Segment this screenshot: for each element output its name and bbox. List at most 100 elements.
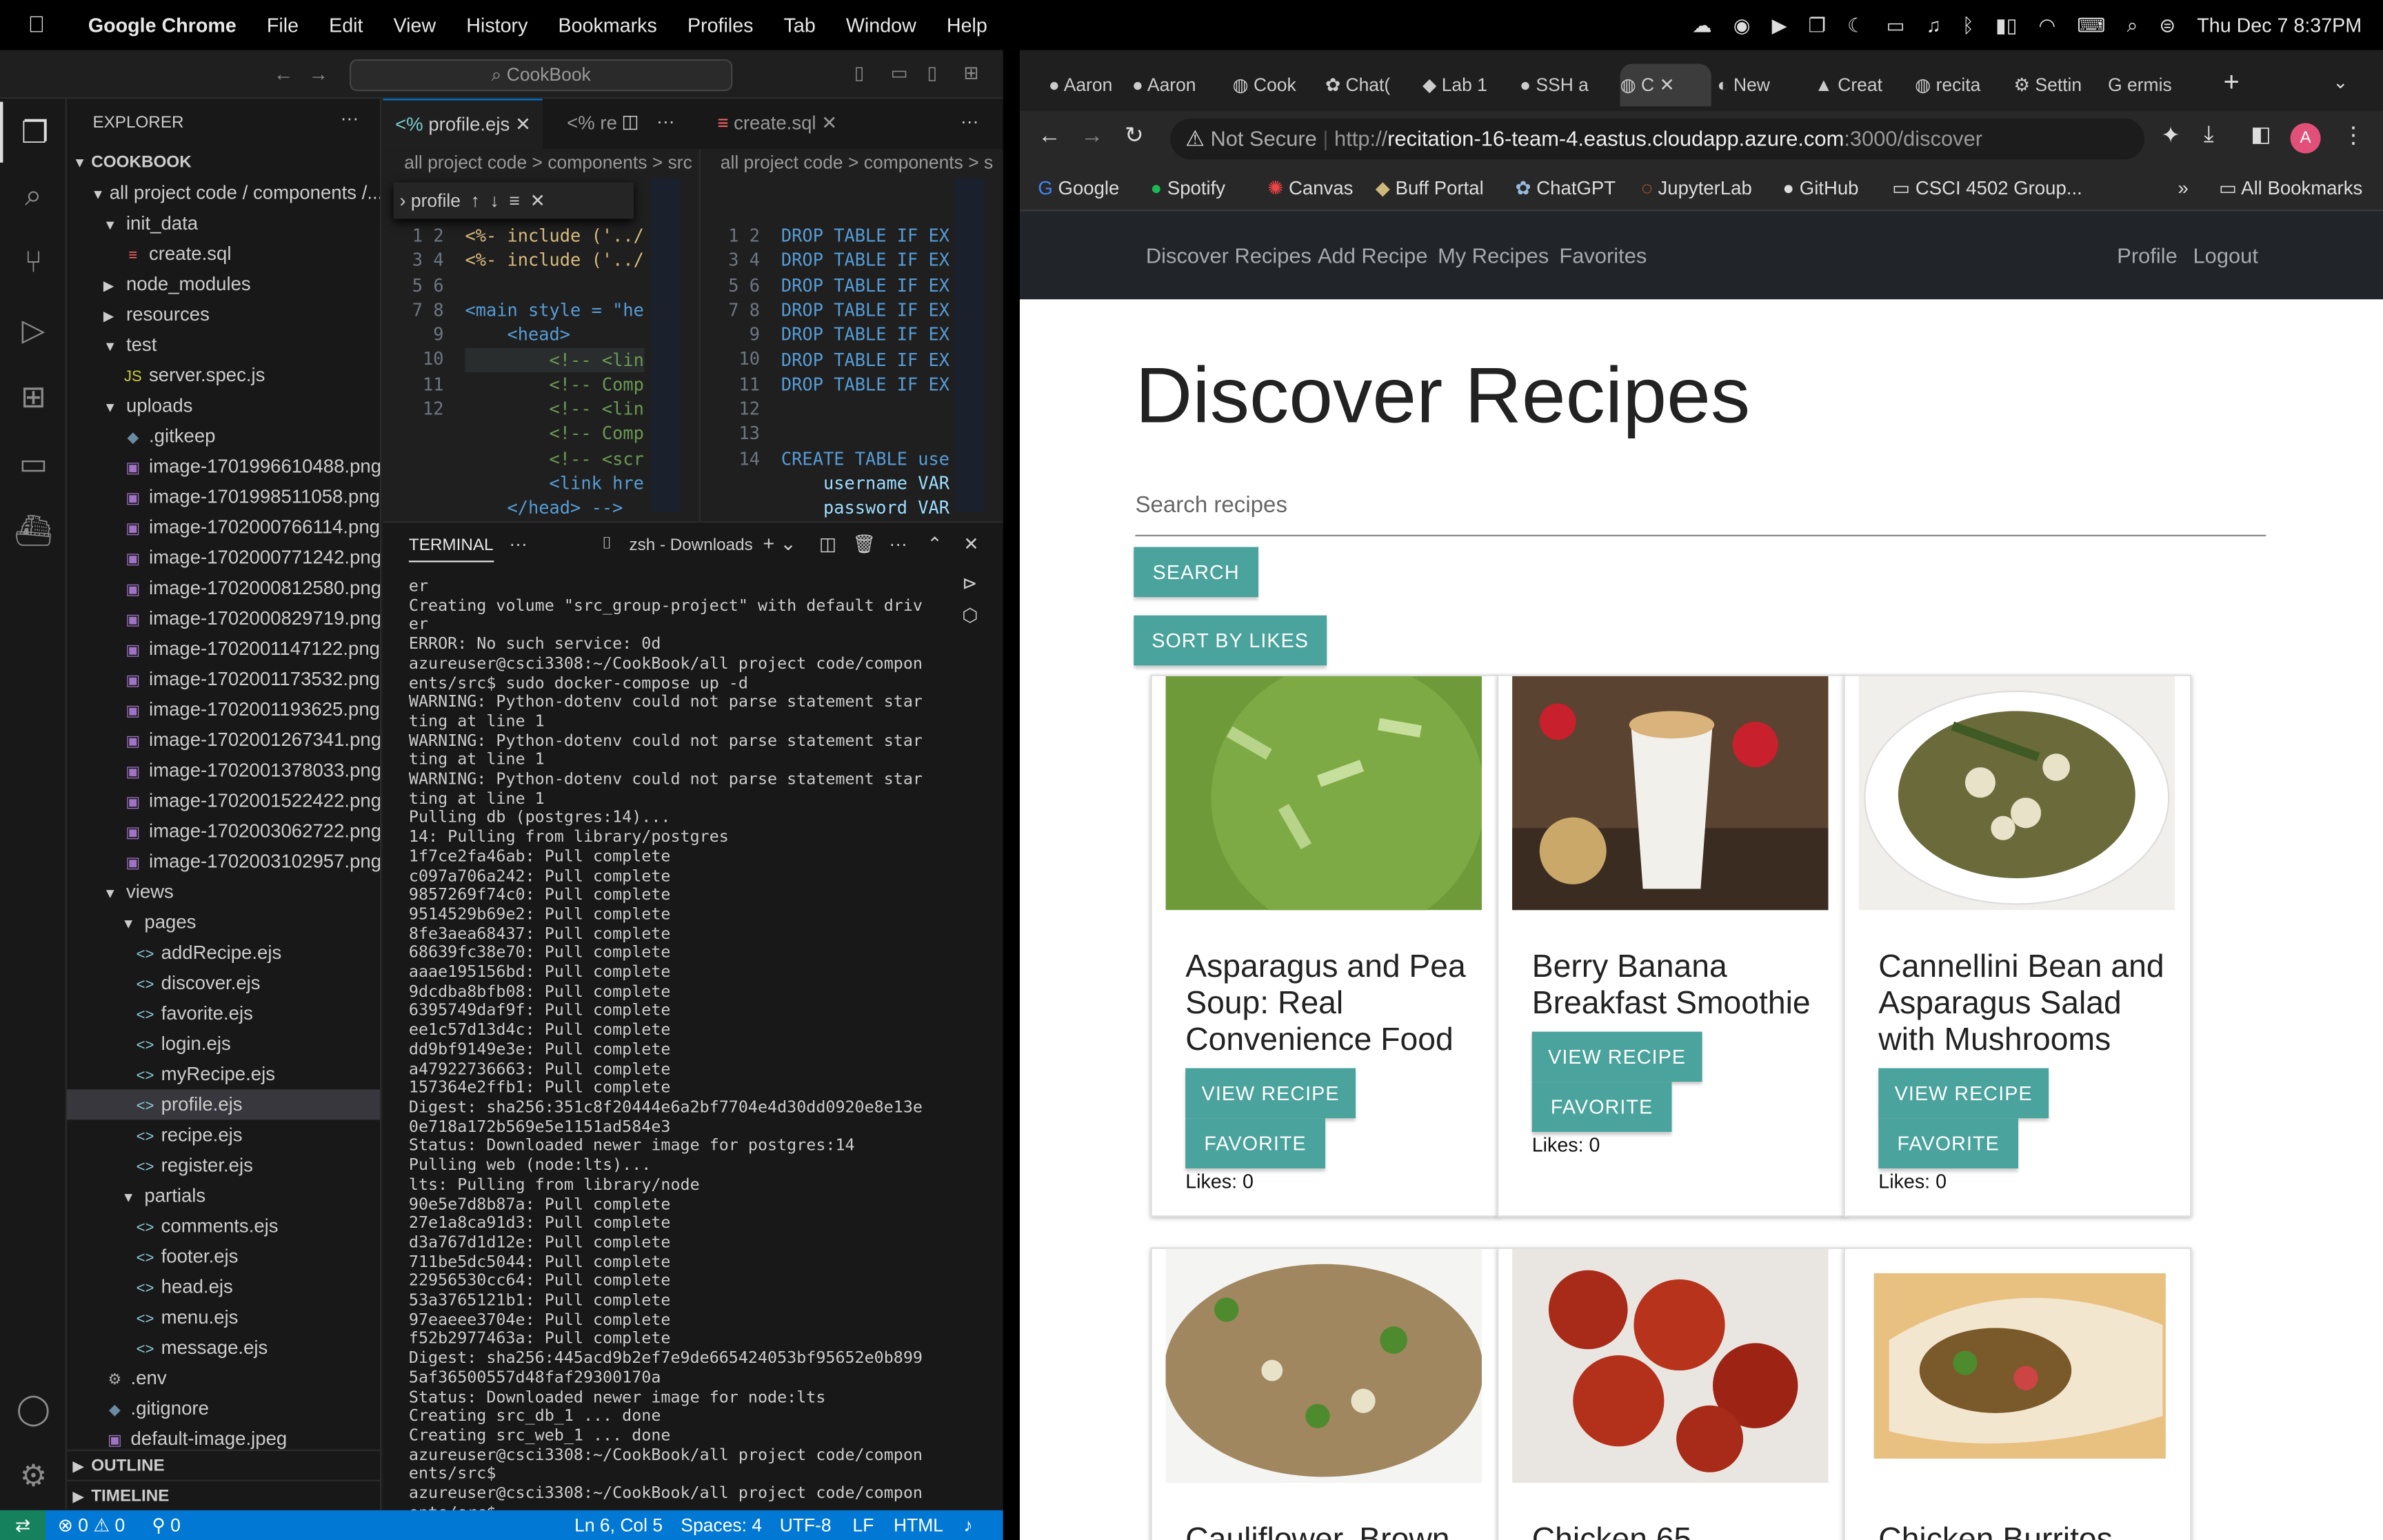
recipe-image-cauliflower[interactable] [1165,1248,1482,1483]
browser-tab[interactable]: ● Aaron [1049,64,1126,107]
explorer-item[interactable]: ▣ image-1702000829719.png [67,603,380,634]
code-line[interactable]: <%- include ('../ [465,248,643,273]
explorer-item[interactable]: ▼ uploads [67,390,380,421]
explorer-item[interactable]: ▣ image-1702001522422.png [67,786,380,816]
settings-gear-icon[interactable]: ⚙ [0,1445,67,1506]
more-actions-icon[interactable]: ··· [656,111,674,132]
close-icon[interactable]: ✕ [515,114,531,135]
close-icon[interactable]: ✕ [530,190,545,212]
wifi-icon[interactable]: ◠ [2038,13,2055,37]
nav-favorites[interactable]: Favorites [1559,211,1647,299]
code-line[interactable]: <!-- <lin [465,396,644,421]
toggle-secondary-icon[interactable]: ▯ [927,62,938,83]
bookmark-csci-folder[interactable]: ▭ CSCI 4502 Group... [1892,167,2082,211]
nav-my-recipes[interactable]: My Recipes [1438,211,1549,299]
command-center-search[interactable]: ⌕ CookBook [349,59,733,92]
chevron-right-icon[interactable]: › [394,190,406,212]
bookmarks-overflow-icon[interactable]: » [2178,167,2188,211]
close-icon[interactable]: ✕ [1654,74,1674,96]
find-input[interactable]: profile [411,182,465,219]
bookmark-spotify[interactable]: ● Spotify [1151,167,1226,211]
explorer-item[interactable]: ▣ image-1702000766114.png [67,512,380,543]
find-in-selection-icon[interactable]: ≡ [509,190,519,212]
explorer-item[interactable]: ▣ image-1702003062722.png [67,816,380,847]
terminal-side-icon-2[interactable]: ⬡ [962,605,978,626]
recipe-image-burritos[interactable] [1858,1248,2175,1483]
explorer-item[interactable]: <> menu.ejs [67,1302,380,1333]
code-line[interactable]: <!-- Comp [465,372,644,397]
back-arrow-icon[interactable]: ← [274,62,294,85]
tab-terminal[interactable]: TERMINAL [408,536,494,563]
browser-tab[interactable]: ◍ recita [1915,64,2007,107]
explorer-item[interactable]: ▣ image-1702001147122.png [67,634,380,664]
browser-tab[interactable]: ◆ Lab 1 [1422,64,1514,107]
explorer-item[interactable]: ▼ pages [67,907,380,938]
browser-tab[interactable]: ✿ Chat( [1325,64,1416,107]
nav-add-recipe[interactable]: Add Recipe [1318,211,1428,299]
explorer-item[interactable]: <> discover.ejs [67,968,380,998]
bookmark-buff-portal[interactable]: ◆ Buff Portal [1376,167,1484,211]
view-recipe-button[interactable]: VIEW RECIPE [1531,1031,1702,1082]
toggle-sidebar-icon[interactable]: ▯ [854,62,865,83]
explorer-item[interactable]: ▣ image-1702001378033.png [67,755,380,785]
code-line[interactable]: <!-- <scr [465,446,644,471]
run-debug-icon[interactable]: ▷ [0,299,67,360]
favorite-button[interactable]: FAVORITE [1185,1118,1325,1168]
code-line[interactable]: <link hre [465,471,644,496]
eol[interactable]: LF [853,1510,874,1540]
explorer-item[interactable]: <> comments.ejs [67,1211,380,1242]
remote-explorer-icon[interactable]: ▭ [0,433,67,494]
status-weather-icon[interactable]: ☁ [1692,13,1712,37]
warning-icon[interactable]: ⚠ [1170,126,1205,150]
explorer-item[interactable]: ▣ image-1702000771242.png [67,543,380,573]
menu-bookmarks[interactable]: Bookmarks [543,14,672,37]
docker-icon[interactable]: ⛴ [0,500,67,560]
menu-history[interactable]: History [451,14,543,37]
menu-app-name[interactable]: Google Chrome [73,14,252,37]
breadcrumb-left[interactable]: all project code > components > src [404,152,699,173]
minimap-right[interactable] [954,177,985,512]
tab-create-sql[interactable]: ≡ create.sql ✕ [705,99,849,149]
terminal-side-icon[interactable]: ⊳ [962,573,977,594]
terminal-output[interactable]: er Creating volume "src_group-project" w… [409,578,925,1510]
folder-path[interactable]: ▼ all project code / components /... [67,178,380,208]
outline-section[interactable]: ▶ OUTLINE [66,1449,381,1480]
bookmark-all[interactable]: ▭ All Bookmarks [2219,167,2362,211]
recipe-image-soup[interactable] [1165,676,1482,911]
play-icon[interactable]: ▶ [1772,13,1787,37]
close-icon[interactable]: ✕ [821,112,837,134]
toggle-panel-icon[interactable]: ▭ [891,62,908,83]
cursor-position[interactable]: Ln 6, Col 5 [574,1510,663,1540]
trash-icon[interactable]: 🗑 [853,534,876,555]
explorer-item[interactable]: ▣ image-1702000812580.png [67,573,380,603]
source-control-icon[interactable]: ⑂ [0,232,67,293]
add-terminal-icon[interactable]: + ⌄ [763,531,796,556]
split-editor-icon[interactable]: ◫ [621,111,639,132]
browser-tab[interactable]: ◍ C ✕ [1620,63,1711,107]
more-actions-icon[interactable]: ··· [961,111,978,132]
timeline-section[interactable]: ▶ TIMELINE [66,1479,381,1510]
code-line[interactable]: <%- include ('../ [465,223,643,248]
browser-tab[interactable]: ● Aaron [1132,64,1227,107]
minimap-left[interactable] [650,177,681,512]
search-button[interactable]: SEARCH [1134,547,1258,598]
recipe-image-bean-salad[interactable] [1858,676,2175,911]
layout-icon[interactable]: ⊞ [963,62,978,83]
bookmark-canvas[interactable]: ✺ Canvas [1267,167,1353,211]
indentation[interactable]: Spaces: 4 [681,1510,762,1540]
profile-avatar[interactable]: A [2290,123,2321,154]
code-line[interactable]: username VAR [781,471,949,496]
bluetooth-icon[interactable]: ᛒ [1962,14,1974,37]
explorer-item[interactable]: ▣ image-1701998511058.png [67,482,380,512]
menu-window[interactable]: Window [831,14,932,37]
explorer-item[interactable]: ◆ .gitignore [67,1393,380,1424]
more-actions-icon[interactable]: ··· [341,108,359,129]
code-line[interactable]: DROP TABLE IF EX [781,223,949,248]
tab-search-icon[interactable]: ⌄ [2333,72,2348,93]
display-icon[interactable]: ▭ [1887,13,1905,37]
new-tab-icon[interactable]: + [2224,67,2240,99]
favorite-button[interactable]: FAVORITE [1531,1082,1672,1133]
browser-tab[interactable]: ● SSH a [1520,64,1614,107]
explorer-item[interactable]: <> favorite.ejs [67,998,380,1029]
code-line[interactable]: DROP TABLE IF EX [781,323,949,347]
